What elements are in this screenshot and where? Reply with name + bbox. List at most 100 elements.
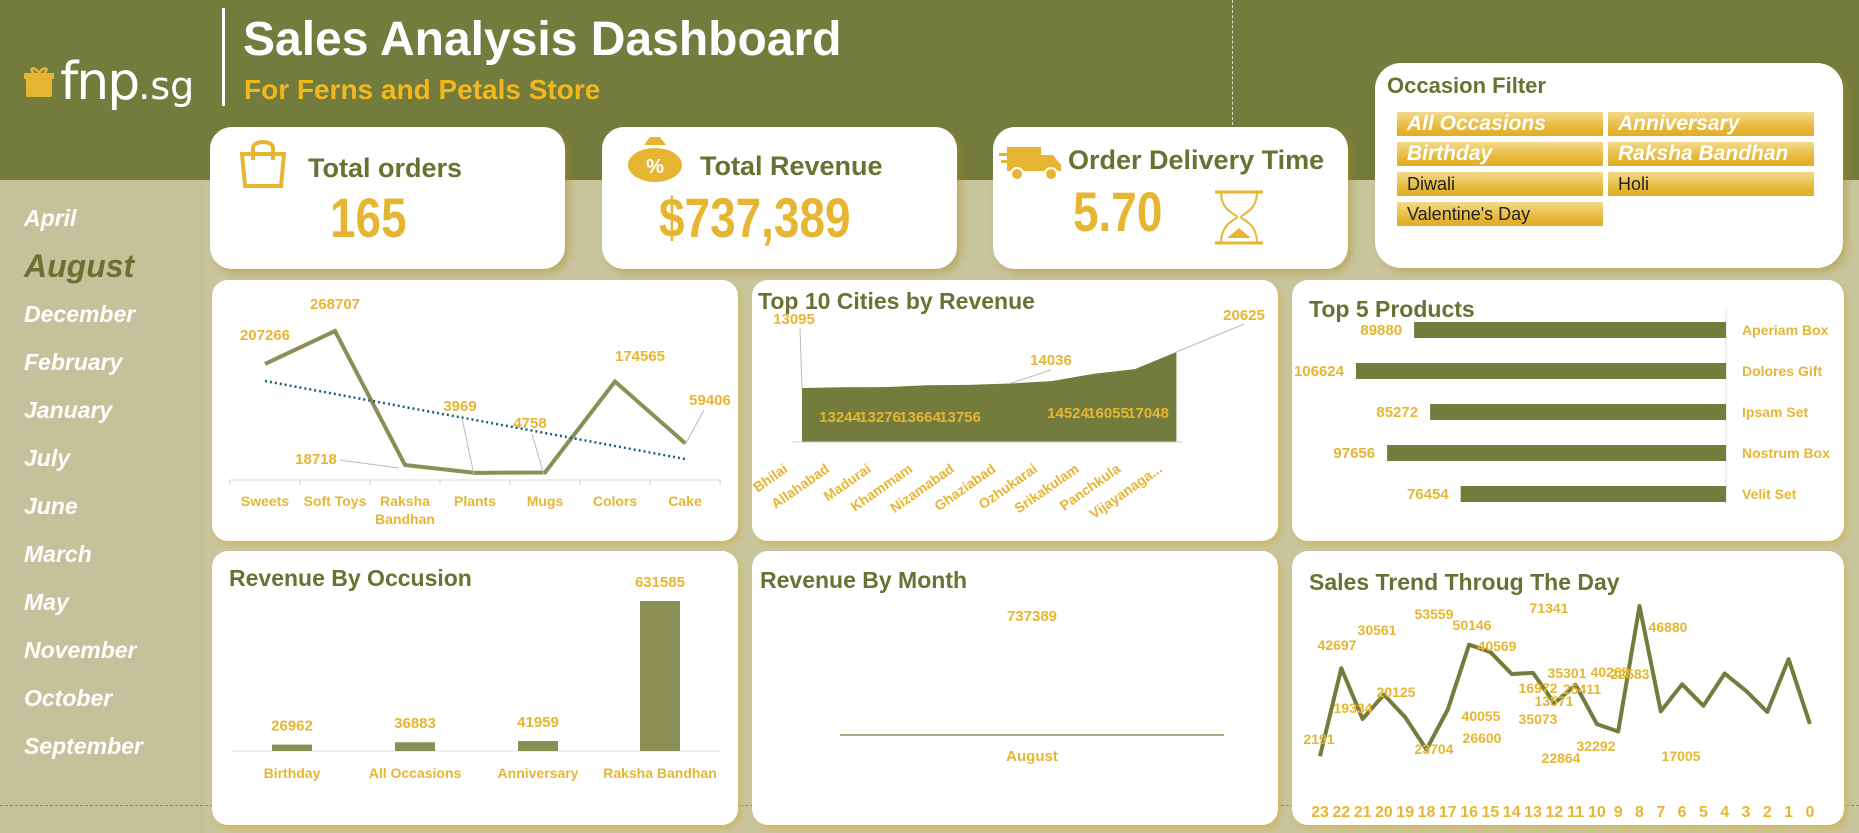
filter-option[interactable]: All Occasions bbox=[1397, 112, 1603, 136]
kpi-label: Order Delivery Time bbox=[1068, 145, 1325, 175]
filter-option[interactable]: Raksha Bandhan bbox=[1608, 142, 1814, 166]
tick-label: Birthday bbox=[264, 765, 321, 781]
month-item[interactable]: April bbox=[24, 205, 76, 232]
tick-label: Bandhan bbox=[375, 511, 435, 527]
filter-option[interactable]: Birthday bbox=[1397, 142, 1603, 166]
data-label: 76454 bbox=[1407, 486, 1449, 503]
brand-logo: fnp.sg bbox=[24, 52, 194, 112]
month-item[interactable]: January bbox=[24, 397, 112, 424]
bar bbox=[1387, 445, 1726, 461]
logo-text: fnp bbox=[60, 52, 140, 112]
chart-title: Revenue By Occusion bbox=[229, 565, 472, 591]
kpi-value: $737,389 bbox=[659, 186, 851, 249]
tick-label: 17 bbox=[1439, 804, 1457, 821]
tick-label: 0 bbox=[1805, 804, 1814, 821]
tick-label: All Occasions bbox=[369, 765, 462, 781]
tick-label: 20 bbox=[1375, 804, 1393, 821]
data-label: 20125 bbox=[1377, 684, 1416, 700]
tick-label: 23 bbox=[1311, 804, 1329, 821]
tick-label: 10 bbox=[1588, 804, 1606, 821]
leader-line bbox=[531, 433, 545, 476]
tick-label: 11 bbox=[1567, 804, 1584, 821]
filter-option[interactable]: Valentine's Day bbox=[1397, 202, 1603, 226]
tick-label: Anniversary bbox=[498, 765, 579, 781]
kpi-card-revenue: % Total Revenue $737,389 bbox=[602, 127, 957, 269]
tick-label: Plants bbox=[454, 493, 496, 509]
month-item[interactable]: October bbox=[24, 685, 112, 712]
month-item[interactable]: July bbox=[24, 445, 70, 472]
month-item[interactable]: February bbox=[24, 349, 122, 376]
tick-label: 9 bbox=[1614, 804, 1623, 821]
tick-label: 13 bbox=[1524, 804, 1542, 821]
filter-option[interactable]: Holi bbox=[1608, 172, 1814, 196]
chart-revenue-by-category: 207266 268707 18718 3969 4758 174565 59406 Swee… bbox=[229, 296, 731, 527]
logo-suffix: .sg bbox=[138, 64, 195, 108]
chart-title: Top 10 Cities by Revenue bbox=[758, 288, 1035, 314]
data-label: 106624 bbox=[1294, 363, 1345, 380]
month-item[interactable]: November bbox=[24, 637, 136, 664]
hourglass-icon bbox=[1215, 190, 1263, 245]
tick-label: Ipsam Set bbox=[1742, 404, 1808, 420]
divider bbox=[1232, 0, 1233, 125]
data-label: 23704 bbox=[1415, 741, 1454, 757]
chart-title: Revenue By Month bbox=[760, 567, 968, 593]
data-label: 25411 bbox=[1563, 681, 1601, 697]
chart-title: Sales Trend Throug The Day bbox=[1309, 569, 1620, 595]
month-item[interactable]: March bbox=[24, 541, 92, 568]
leader-line bbox=[339, 459, 400, 469]
tick-label: 5 bbox=[1699, 804, 1708, 821]
data-label: 40569 bbox=[1478, 638, 1517, 654]
panel-top-products: Top 5 Products 89880 Aperiam Box 106624 Dol… bbox=[1292, 280, 1844, 541]
tick-label: 16 bbox=[1460, 804, 1478, 821]
tick-label: 3 bbox=[1742, 804, 1751, 821]
data-label: 36883 bbox=[394, 715, 436, 732]
data-label: 3969 bbox=[443, 398, 476, 415]
data-label: 19334 bbox=[1334, 700, 1373, 716]
data-label: 13664 bbox=[899, 409, 941, 426]
bar bbox=[395, 742, 435, 751]
tick-label: Raksha Bandhan bbox=[603, 765, 717, 781]
tick-label: 14 bbox=[1503, 804, 1521, 821]
month-item[interactable]: May bbox=[24, 589, 69, 616]
month-item[interactable]: December bbox=[24, 301, 135, 328]
month-item-selected[interactable]: August bbox=[24, 248, 134, 285]
tick-label: Nostrum Box bbox=[1742, 445, 1830, 461]
data-label: 30561 bbox=[1358, 622, 1397, 638]
data-label: 17048 bbox=[1127, 405, 1169, 422]
shopping-bag-icon bbox=[239, 140, 287, 188]
data-label: 26962 bbox=[271, 718, 313, 735]
tick-label: 7 bbox=[1656, 804, 1665, 821]
data-label: 14524 bbox=[1047, 405, 1089, 422]
data-label: 631585 bbox=[635, 574, 685, 591]
bar bbox=[272, 744, 312, 751]
tick-label: 6 bbox=[1678, 804, 1687, 821]
panel-revenue-by-occasion: Revenue By Occusion 26962 Birthday 36883 Al… bbox=[212, 551, 738, 825]
tick-label: Raksha bbox=[380, 493, 430, 509]
panel-revenue-by-month: Revenue By Month 737389 August bbox=[752, 551, 1278, 825]
data-label: 50146 bbox=[1453, 617, 1492, 633]
data-label: 4758 bbox=[513, 415, 546, 432]
month-item[interactable]: September bbox=[24, 733, 143, 760]
data-label: 14036 bbox=[1030, 352, 1072, 369]
kpi-card-orders: Total orders 165 bbox=[210, 127, 565, 269]
bar bbox=[518, 741, 558, 751]
kpi-value: 5.70 bbox=[1073, 180, 1163, 243]
data-label: 16055 bbox=[1087, 405, 1129, 422]
data-label: 71341 bbox=[1530, 600, 1569, 616]
tick-label: Vijayanaga... bbox=[1086, 460, 1164, 522]
filter-option[interactable]: Diwali bbox=[1397, 172, 1603, 196]
data-label: 53559 bbox=[1415, 606, 1454, 622]
filter-option[interactable]: Anniversary bbox=[1608, 112, 1814, 136]
tick-label: Cake bbox=[668, 493, 702, 509]
kpi-value: 165 bbox=[330, 186, 407, 249]
data-label: 737389 bbox=[1007, 608, 1057, 625]
tick-label: 18 bbox=[1418, 804, 1436, 821]
tick-label: 12 bbox=[1545, 804, 1563, 821]
month-item[interactable]: June bbox=[24, 493, 78, 520]
panel-top-cities: Top 10 Cities by Revenue 13095 13244 13276… bbox=[750, 280, 1278, 541]
tick-label: Aperiam Box bbox=[1742, 322, 1829, 338]
bar bbox=[640, 601, 680, 751]
data-label: 13244 bbox=[819, 409, 861, 426]
bar bbox=[1414, 322, 1726, 338]
data-label: 35073 bbox=[1519, 711, 1558, 727]
